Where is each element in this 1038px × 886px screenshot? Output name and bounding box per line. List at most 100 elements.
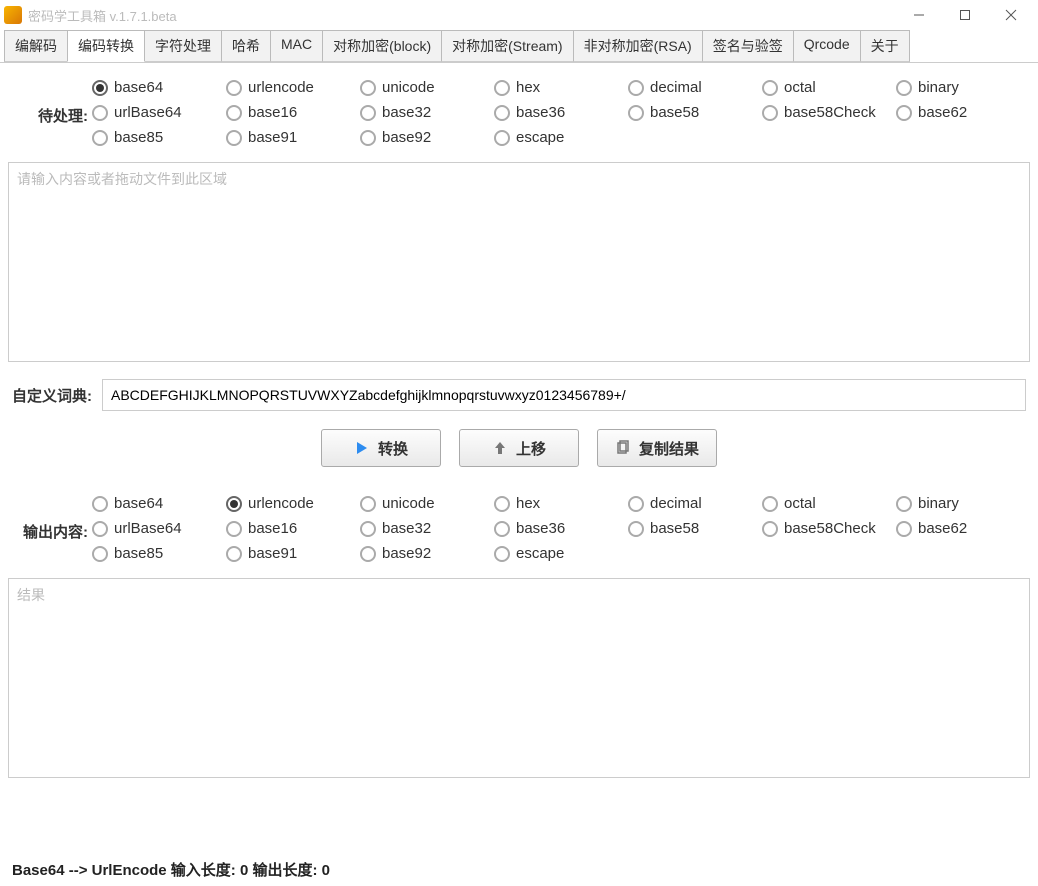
tab-bar: 编解码编码转换字符处理哈希MAC对称加密(block)对称加密(Stream)非… [0,30,1038,63]
radio-icon [494,496,510,512]
titlebar: 密码学工具箱 v.1.7.1.beta [0,0,1038,30]
output-radio-urlBase64[interactable]: urlBase64 [92,520,222,537]
radio-icon [628,496,644,512]
radio-icon [92,521,108,537]
action-button-row: 转换 上移 复制结果 [0,421,1038,479]
output-radio-base58Check[interactable]: base58Check [762,520,892,537]
tab-2[interactable]: 字符处理 [144,30,222,62]
input-radio-octal[interactable]: octal [762,79,892,96]
radio-icon [896,80,912,96]
input-radio-base58[interactable]: base58 [628,104,758,121]
minimize-button[interactable] [896,0,942,30]
radio-icon [226,521,242,537]
input-radio-unicode[interactable]: unicode [360,79,490,96]
tab-0[interactable]: 编解码 [4,30,68,62]
radio-icon [226,80,242,96]
app-icon [4,6,22,24]
tab-3[interactable]: 哈希 [221,30,271,62]
output-radio-urlencode[interactable]: urlencode [226,495,356,512]
radio-icon [92,80,108,96]
input-radio-base32[interactable]: base32 [360,104,490,121]
tab-5[interactable]: 对称加密(block) [322,30,442,62]
output-radio-base85[interactable]: base85 [92,545,222,562]
output-radio-base62[interactable]: base62 [896,520,1026,537]
radio-icon [92,496,108,512]
dictionary-row: 自定义词典: [0,369,1038,421]
input-radio-binary[interactable]: binary [896,79,1026,96]
convert-button[interactable]: 转换 [321,429,441,467]
output-radio-base16[interactable]: base16 [226,520,356,537]
output-radio-label: base64 [114,495,163,512]
tab-9[interactable]: Qrcode [793,30,861,62]
input-radio-base58Check[interactable]: base58Check [762,104,892,121]
input-radio-label: urlencode [248,79,314,96]
tab-1[interactable]: 编码转换 [67,30,145,62]
output-radio-hex[interactable]: hex [494,495,624,512]
output-radio-base32[interactable]: base32 [360,520,490,537]
radio-icon [628,105,644,121]
output-radio-binary[interactable]: binary [896,495,1026,512]
input-radio-decimal[interactable]: decimal [628,79,758,96]
input-radio-hex[interactable]: hex [494,79,624,96]
radio-icon [494,130,510,146]
radio-icon [494,80,510,96]
dictionary-input[interactable] [102,379,1026,411]
input-radio-escape[interactable]: escape [494,129,624,146]
output-radio-grid: base64 urlencode unicodehexdecimal octal bin… [92,489,1026,568]
input-radio-base62[interactable]: base62 [896,104,1026,121]
output-radio-base91[interactable]: base91 [226,545,356,562]
tab-10[interactable]: 关于 [860,30,910,62]
input-radio-base36[interactable]: base36 [494,104,624,121]
output-radio-decimal[interactable]: decimal [628,495,758,512]
dictionary-label: 自定义词典: [12,385,92,406]
input-radio-label: octal [784,79,816,96]
input-radio-base64[interactable]: base64 [92,79,222,96]
tab-6[interactable]: 对称加密(Stream) [441,30,573,62]
arrow-up-icon [492,440,508,456]
output-radio-octal[interactable]: octal [762,495,892,512]
input-radio-label: unicode [382,79,435,96]
output-radio-base92[interactable]: base92 [360,545,490,562]
output-radio-base36[interactable]: base36 [494,520,624,537]
status-bar: Base64 --> UrlEncode 输入长度: 0 输出长度: 0 [0,853,1038,886]
output-radio-base58[interactable]: base58 [628,520,758,537]
radio-icon [360,80,376,96]
input-radio-label: urlBase64 [114,104,182,121]
output-radio-unicode[interactable]: unicode [360,495,490,512]
input-radio-base16[interactable]: base16 [226,104,356,121]
input-radio-label: decimal [650,79,702,96]
close-button[interactable] [988,0,1034,30]
radio-icon [896,105,912,121]
output-radio-base64[interactable]: base64 [92,495,222,512]
input-radio-label: binary [918,79,959,96]
tab-7[interactable]: 非对称加密(RSA) [573,30,703,62]
input-section-label: 待处理: [12,73,92,126]
copy-button[interactable]: 复制结果 [597,429,717,467]
moveup-button-label: 上移 [516,438,546,459]
tab-4[interactable]: MAC [270,30,323,62]
radio-icon [360,546,376,562]
input-radio-urlBase64[interactable]: urlBase64 [92,104,222,121]
input-radio-label: escape [516,129,564,146]
tab-8[interactable]: 签名与验签 [702,30,794,62]
input-radio-base91[interactable]: base91 [226,129,356,146]
moveup-button[interactable]: 上移 [459,429,579,467]
output-radio-escape[interactable]: escape [494,545,624,562]
radio-icon [92,105,108,121]
output-textarea[interactable] [8,578,1030,778]
maximize-button[interactable] [942,0,988,30]
input-radio-grid: base64 urlencode unicode hex decimal octal bin… [92,73,1026,152]
input-radio-label: base32 [382,104,431,121]
copy-button-label: 复制结果 [639,438,699,459]
output-radio-label: base91 [248,545,297,562]
output-radio-label: urlencode [248,495,314,512]
output-radio-label: octal [784,495,816,512]
input-radio-label: base36 [516,104,565,121]
input-radio-base92[interactable]: base92 [360,129,490,146]
input-textarea[interactable] [8,162,1030,362]
input-radio-label: hex [516,79,540,96]
radio-icon [896,496,912,512]
input-radio-base85[interactable]: base85 [92,129,222,146]
input-radio-urlencode[interactable]: urlencode [226,79,356,96]
convert-button-label: 转换 [378,438,408,459]
